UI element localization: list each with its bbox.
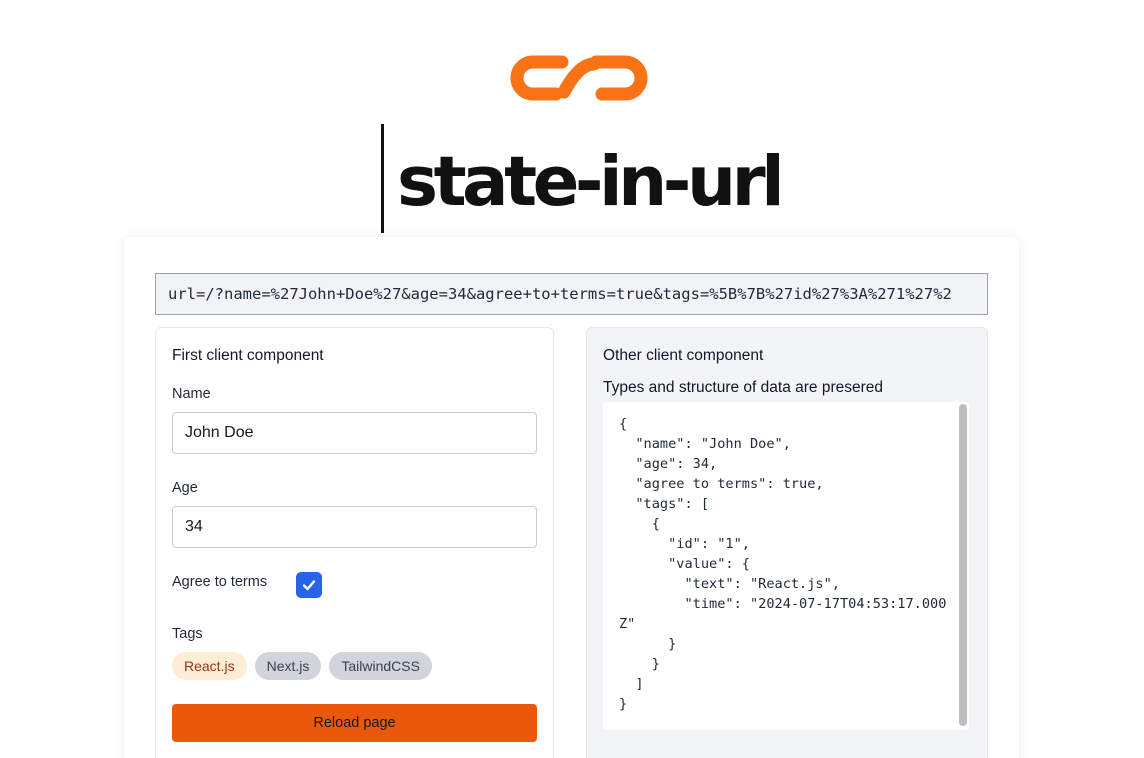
main-card: url=/?name=%27John+Doe%27&age=34&agree+t… [124, 237, 1019, 758]
name-input[interactable] [172, 412, 537, 454]
panel-subheading: Types and structure of data are presered [603, 379, 884, 396]
tag-react[interactable]: React.js [172, 652, 247, 680]
reload-page-button[interactable]: Reload page [172, 704, 537, 742]
panel-heading: First client component [172, 347, 324, 364]
tag-next[interactable]: Next.js [254, 652, 322, 680]
age-label: Age [172, 480, 198, 496]
page-title: state-in-url [397, 142, 785, 222]
agree-label: Agree to terms [172, 574, 268, 590]
tag-tailwind[interactable]: TailwindCSS [329, 652, 432, 680]
json-code: { "name": "John Doe", "age": 34, "agree … [619, 416, 947, 712]
url-display: url=/?name=%27John+Doe%27&age=34&agree+t… [155, 273, 988, 315]
scrollbar[interactable] [959, 404, 967, 726]
other-client-component: Other client component Types and structu… [586, 327, 988, 758]
title-block: state-in-url [381, 124, 785, 234]
tags-label: Tags [172, 626, 203, 642]
age-input[interactable] [172, 506, 537, 548]
panel-heading: Other client component [603, 347, 764, 364]
agree-checkbox[interactable] [296, 572, 322, 598]
page: state-in-url url=/?name=%27John+Doe%27&a… [0, 0, 1144, 758]
scrollbar-thumb[interactable] [959, 404, 967, 726]
checkmark-icon [302, 580, 316, 591]
name-label: Name [172, 386, 211, 402]
first-client-component: First client component Name Age Agree to… [155, 327, 554, 758]
tag-list: React.js Next.js TailwindCSS [172, 652, 432, 680]
json-output[interactable]: { "name": "John Doe", "age": 34, "agree … [603, 402, 969, 730]
text-cursor-bar [381, 124, 384, 233]
chain-link-icon [510, 55, 648, 101]
